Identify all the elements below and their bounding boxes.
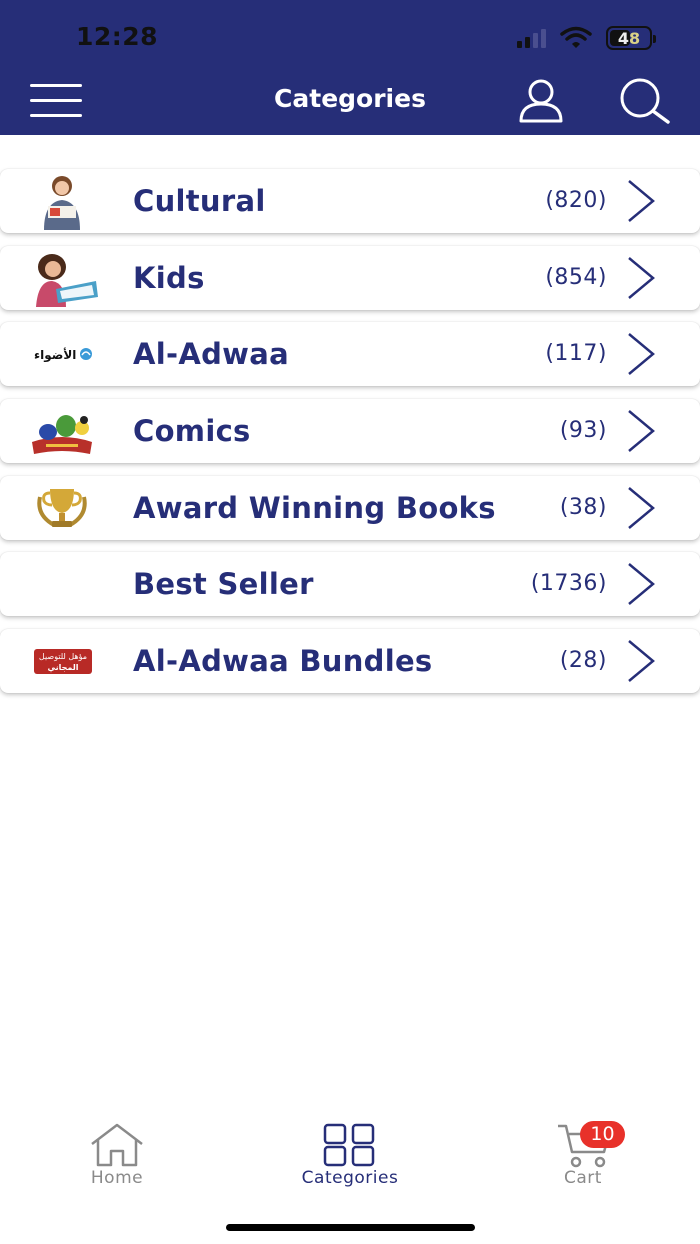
category-label: Award Winning Books	[133, 490, 496, 525]
girl-reading-image	[26, 172, 98, 230]
category-row-best-seller[interactable]: Best Seller (1736)	[0, 552, 700, 617]
category-count: (38)	[559, 494, 607, 520]
category-label: Al-Adwaa Bundles	[133, 644, 433, 679]
home-icon	[91, 1123, 143, 1167]
trophy-icon	[26, 479, 98, 537]
category-row-kids[interactable]: Kids (854)	[0, 245, 700, 310]
category-label: Cultural	[133, 184, 266, 218]
svg-text:مؤهل للتوصيل: مؤهل للتوصيل	[39, 652, 87, 661]
status-indicators: 48	[517, 24, 656, 52]
free-delivery-badge: مؤهل للتوصيل المجاني	[26, 632, 98, 690]
category-label: Best Seller	[133, 567, 314, 602]
chevron-right-icon	[628, 180, 655, 222]
wifi-icon	[560, 26, 592, 48]
category-count: (1736)	[530, 571, 607, 597]
app-header: 12:28 48 Categories	[0, 0, 700, 135]
chevron-right-icon	[628, 640, 655, 683]
search-button[interactable]	[616, 78, 672, 124]
svg-text:المجاني: المجاني	[48, 663, 79, 672]
category-label: Kids	[133, 260, 205, 295]
tab-categories-label: Categories	[301, 1168, 399, 1188]
page-title: Categories	[274, 84, 426, 113]
cart-count-badge: 10	[580, 1121, 625, 1148]
tab-categories[interactable]: Categories	[270, 1110, 430, 1200]
chevron-right-icon	[628, 333, 655, 376]
account-button[interactable]	[517, 78, 565, 124]
category-count: (28)	[559, 648, 607, 674]
tab-home[interactable]: Home	[37, 1110, 197, 1200]
status-time: 12:28	[76, 22, 159, 51]
comics-characters-image	[26, 402, 98, 460]
category-row-comics[interactable]: Comics (93)	[0, 399, 700, 464]
battery-icon: 48	[606, 26, 656, 50]
category-count: (854)	[545, 264, 607, 290]
svg-text:الأضواء: الأضواء	[34, 347, 76, 363]
home-indicator	[226, 1224, 475, 1231]
tab-home-label: Home	[90, 1168, 144, 1188]
category-count: (93)	[559, 418, 607, 444]
category-row-cultural[interactable]: Cultural (820)	[0, 169, 700, 233]
category-label: Al-Adwaa	[133, 337, 289, 372]
al-adwaa-logo: الأضواء	[26, 325, 98, 383]
category-row-award-winning-books[interactable]: Award Winning Books (38)	[0, 475, 700, 540]
category-count: (820)	[545, 188, 607, 213]
category-count: (117)	[545, 341, 607, 367]
category-row-al-adwaa-bundles[interactable]: مؤهل للتوصيل المجاني Al-Adwaa Bundles (2…	[0, 629, 700, 694]
category-label: Comics	[133, 414, 251, 449]
battery-level: 48	[617, 28, 641, 48]
chevron-right-icon	[628, 256, 655, 299]
chevron-right-icon	[628, 563, 655, 606]
grid-icon	[323, 1123, 375, 1167]
category-row-al-adwaa[interactable]: الأضواء Al-Adwaa (117)	[0, 322, 700, 387]
chevron-right-icon	[628, 486, 655, 529]
tab-cart[interactable]: Cart	[503, 1110, 663, 1200]
cellular-signal-icon	[517, 28, 546, 48]
chevron-right-icon	[628, 410, 655, 453]
child-reading-image	[26, 249, 98, 307]
tab-cart-label: Cart	[564, 1168, 602, 1188]
category-list: Cultural (820) Kids (854) الأضواء Al-Adw…	[0, 169, 700, 706]
